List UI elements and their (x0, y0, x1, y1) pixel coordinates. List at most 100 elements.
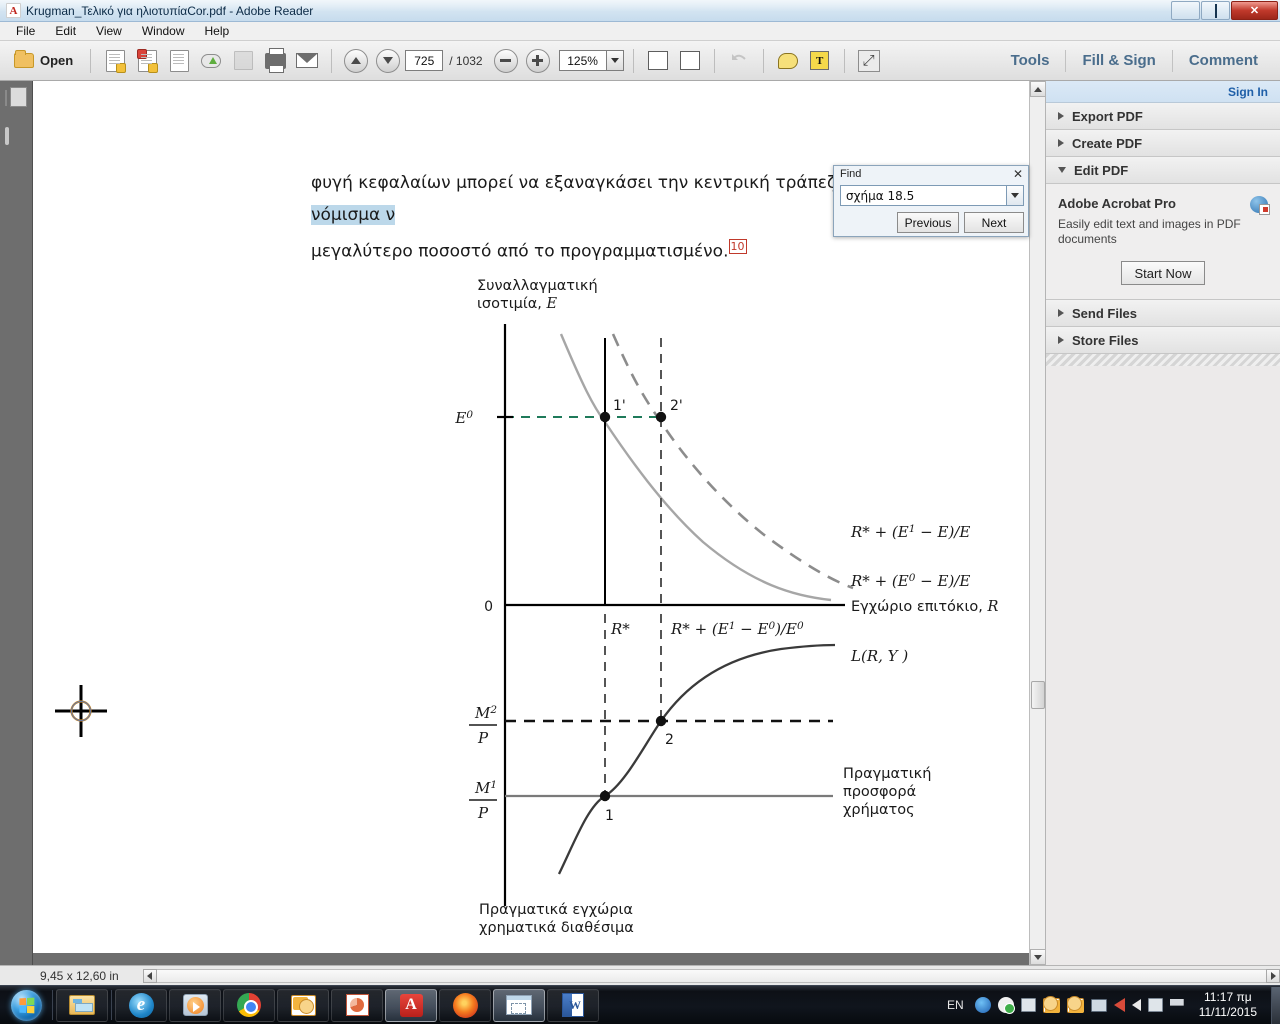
svg-text:M1: M1 (474, 779, 497, 797)
print-icon (264, 47, 286, 73)
scroll-up-arrow[interactable] (1030, 81, 1045, 97)
pane-resize-handle[interactable] (1046, 354, 1280, 366)
horizontal-scrollbar[interactable] (142, 968, 1280, 983)
open-button-label: Open (40, 53, 74, 68)
start-button[interactable] (2, 988, 50, 1022)
clock[interactable]: 11:17 πμ 11/11/2015 (1191, 990, 1267, 1020)
page-number-input[interactable]: 725 (405, 50, 444, 71)
money-supply-label-line2: προσφορά (843, 784, 916, 800)
ytick-M1-over-P: M1 P (469, 779, 497, 822)
scroll-down-arrow[interactable] (1030, 949, 1045, 965)
taskbar-item-microsoft-outlook[interactable] (277, 988, 329, 1022)
zoom-in-button[interactable] (523, 46, 553, 76)
menu-window[interactable]: Window (134, 23, 193, 39)
highlight-text-button[interactable] (805, 46, 835, 76)
fill-and-sign-button[interactable]: Fill & Sign (1066, 52, 1171, 69)
print-button[interactable] (260, 46, 290, 76)
scroll-right-arrow[interactable] (1266, 968, 1280, 983)
pane-section-store-files[interactable]: Store Files (1046, 327, 1280, 354)
taskbar-item-adobe-reader[interactable] (385, 988, 437, 1022)
fit-page-button[interactable] (675, 46, 705, 76)
taskbar-item-microsoft-powerpoint[interactable] (331, 988, 383, 1022)
previous-page-icon (344, 48, 369, 73)
find-previous-button[interactable]: Previous (897, 212, 959, 233)
email-button[interactable] (292, 46, 322, 76)
previous-page-button[interactable] (341, 46, 371, 76)
maximize-button[interactable] (1201, 1, 1230, 20)
menu-view[interactable]: View (88, 23, 130, 39)
attachments-icon[interactable] (5, 127, 27, 151)
volume-icon[interactable] (1113, 998, 1125, 1012)
find-history-dropdown[interactable] (1006, 185, 1024, 206)
find-input[interactable] (840, 185, 1006, 206)
taskbar-item-internet-explorer[interactable] (115, 988, 167, 1022)
start-now-button[interactable]: Start Now (1121, 261, 1205, 285)
chrome-icon (237, 993, 261, 1017)
language-indicator[interactable]: EN (947, 998, 964, 1012)
page-thumbnails-icon[interactable] (5, 90, 27, 113)
scroll-left-arrow[interactable] (142, 968, 157, 983)
sticky-note-button[interactable] (773, 46, 803, 76)
undo-button[interactable] (724, 46, 754, 76)
outlook-tray-icon[interactable] (1066, 995, 1084, 1013)
create-pdf-button[interactable] (132, 46, 162, 76)
pane-section-store-files-label: Store Files (1072, 332, 1139, 348)
pane-section-edit-pdf[interactable]: Edit PDF (1046, 157, 1280, 184)
sign-in-link[interactable]: Sign In (1228, 85, 1268, 99)
horizontal-scroll-track[interactable] (156, 968, 1266, 983)
window-title: Krugman_Τελικό για ηλιοτυπίαCor.pdf - Ad… (26, 3, 314, 18)
upload-cloud-button[interactable] (196, 46, 226, 76)
scrollbar-thumb[interactable] (1031, 681, 1045, 709)
comment-button[interactable]: Comment (1173, 52, 1274, 69)
display-icon[interactable] (1090, 998, 1107, 1012)
pane-section-create-pdf[interactable]: Create PDF (1046, 130, 1280, 157)
minimize-button[interactable] (1171, 1, 1200, 20)
show-desktop-button[interactable] (1271, 986, 1280, 1024)
pane-section-export-pdf[interactable]: Export PDF (1046, 103, 1280, 130)
full-screen-button[interactable] (854, 46, 884, 76)
menu-help[interactable]: Help (197, 23, 238, 39)
security-shield-icon[interactable] (974, 997, 991, 1013)
eject-icon[interactable] (1147, 998, 1163, 1012)
toolbar-separator (331, 48, 333, 73)
menu-edit[interactable]: Edit (47, 23, 84, 39)
curve-label-E1: R* + (E1 − E)/E (850, 523, 970, 541)
edit-pdf-button[interactable] (164, 46, 194, 76)
close-button[interactable]: ✕ (1231, 1, 1278, 20)
taskbar-item-snipping-tool[interactable] (493, 988, 545, 1022)
acrobat-icon (399, 993, 423, 1017)
save-file-button[interactable] (228, 46, 258, 76)
sync-ok-icon[interactable] (997, 997, 1015, 1014)
tools-button[interactable]: Tools (995, 52, 1066, 69)
mail-icon[interactable] (1042, 995, 1060, 1013)
document-vertical-scrollbar[interactable] (1029, 81, 1045, 965)
flag-icon[interactable] (1169, 998, 1184, 1006)
network-icon[interactable] (1020, 998, 1036, 1012)
svg-text:M2: M2 (474, 704, 497, 722)
fit-width-button[interactable] (643, 46, 673, 76)
zoom-level-input[interactable]: 125% (558, 50, 607, 71)
powerpoint-icon (345, 994, 369, 1016)
taskbar-item-windows-explorer[interactable] (56, 988, 108, 1022)
money-supply-label-line3: χρήματος (843, 802, 915, 818)
sign-in-bar: Sign In (1046, 81, 1280, 103)
zoom-out-button[interactable] (491, 46, 521, 76)
menu-file[interactable]: File (8, 23, 43, 39)
save-as-other-button[interactable] (100, 46, 130, 76)
footnote-marker[interactable]: 10 (728, 239, 747, 254)
volume-mute-icon[interactable] (1131, 999, 1141, 1011)
zoom-dropdown-arrow[interactable] (606, 50, 624, 71)
find-next-button[interactable]: Next (964, 212, 1024, 233)
point-1-prime (599, 411, 611, 423)
point-2-label: 2 (665, 732, 674, 748)
find-close-icon[interactable]: ✕ (1013, 168, 1023, 180)
paragraph-line2: μεγαλύτερο ποσοστό από το προγραμματισμέ… (311, 241, 729, 262)
taskbar-item-windows-media-player[interactable] (169, 988, 221, 1022)
wmp-icon (182, 994, 208, 1016)
pane-section-send-files[interactable]: Send Files (1046, 300, 1280, 327)
taskbar-item-google-chrome[interactable] (223, 988, 275, 1022)
next-page-button[interactable] (373, 46, 403, 76)
taskbar-item-mozilla-firefox[interactable] (439, 988, 491, 1022)
open-button[interactable]: Open (6, 46, 81, 76)
taskbar-item-microsoft-word[interactable] (547, 988, 599, 1022)
